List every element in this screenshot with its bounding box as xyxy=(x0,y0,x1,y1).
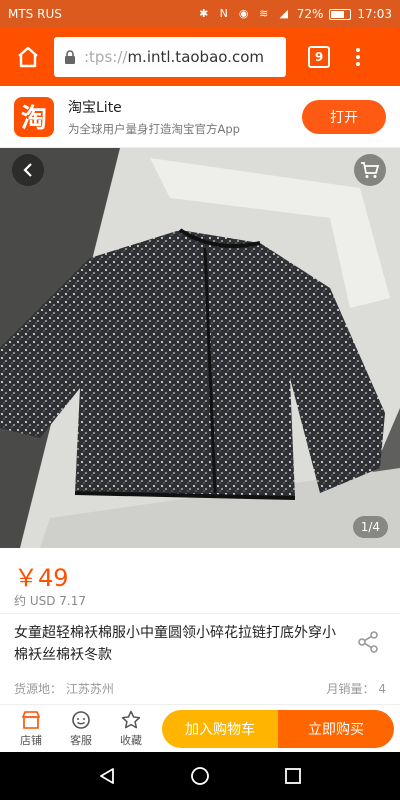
divider xyxy=(0,613,400,614)
star-icon xyxy=(121,710,141,728)
bottom-action-bar: 店铺 客服 收藏 加入购物车 立即购买 xyxy=(0,704,400,752)
image-counter: 1/4 xyxy=(352,516,388,538)
battery-icon xyxy=(329,8,352,20)
system-nav-bar xyxy=(0,752,400,800)
nav-recents-icon[interactable] xyxy=(283,766,303,786)
back-button[interactable] xyxy=(12,154,44,186)
open-app-button[interactable]: 打开 xyxy=(302,99,386,134)
usd-price: 约 USD 7.17 xyxy=(14,594,86,608)
store-label: 店铺 xyxy=(20,733,42,747)
product-image[interactable] xyxy=(0,148,400,548)
buy-now-button[interactable]: 立即购买 xyxy=(278,709,394,748)
app-banner: 淘 淘宝Lite 为全球用户量身打造淘宝官方App 打开 xyxy=(0,86,400,148)
monthly-sales: 月销量： 4 xyxy=(326,682,386,696)
bluetooth-icon: ✱ xyxy=(199,7,209,20)
wifi-icon: ≋ xyxy=(259,7,269,20)
cart-icon xyxy=(361,162,380,178)
nav-back-icon[interactable] xyxy=(97,766,117,786)
origin-label: 货源地： 江苏苏州 xyxy=(14,682,114,696)
app-name: 淘宝Lite xyxy=(68,99,122,116)
taobao-logo-icon: 淘 xyxy=(14,96,54,137)
share-button[interactable] xyxy=(356,630,380,654)
product-meta: 货源地： 江苏苏州 月销量： 4 xyxy=(14,680,386,697)
url-prefix: :tps:// xyxy=(84,48,128,66)
url-field[interactable]: :tps://m.intl.taobao.com xyxy=(54,37,286,77)
chevron-left-icon xyxy=(23,163,32,177)
store-button[interactable]: 店铺 xyxy=(6,710,56,748)
tabs-button[interactable]: 9 xyxy=(308,46,330,68)
url-domain: m.intl.taobao.com xyxy=(127,48,264,66)
clock: 17:03 xyxy=(357,7,392,21)
favorite-button[interactable]: 收藏 xyxy=(106,710,156,748)
store-icon xyxy=(21,710,41,729)
add-to-cart-button[interactable]: 加入购物车 xyxy=(162,709,278,748)
home-icon xyxy=(18,46,38,68)
eye-icon: ◉ xyxy=(238,7,249,20)
nav-home-icon[interactable] xyxy=(190,766,210,786)
customer-service-icon xyxy=(72,710,90,729)
signal-icon: ◢ xyxy=(279,7,288,20)
carrier-label: MTS RUS xyxy=(8,7,62,21)
overflow-menu-button[interactable] xyxy=(348,48,368,66)
browser-toolbar: :tps://m.intl.taobao.com 9 xyxy=(0,28,400,86)
app-description: 为全球用户量身打造淘宝官方App xyxy=(68,121,240,136)
battery-percent: 72% xyxy=(296,7,324,21)
favorite-label: 收藏 xyxy=(120,733,142,747)
product-title: 女童超轻棉袄棉服小中童圆领小碎花拉链打底外穿小棉袄丝棉袄冬款 xyxy=(14,625,336,663)
nfc-icon: N xyxy=(219,7,228,20)
share-icon xyxy=(358,631,378,653)
home-button[interactable] xyxy=(8,37,48,77)
service-label: 客服 xyxy=(70,733,92,747)
cart-button[interactable] xyxy=(354,154,386,186)
lock-icon xyxy=(65,50,75,64)
status-bar: MTS RUS ✱ N ◉ ≋ ◢ 72% 17:03 xyxy=(0,0,400,28)
product-price: ￥49 xyxy=(14,564,69,592)
customer-service-button[interactable]: 客服 xyxy=(56,710,106,748)
product-photo-illustration xyxy=(0,148,400,548)
